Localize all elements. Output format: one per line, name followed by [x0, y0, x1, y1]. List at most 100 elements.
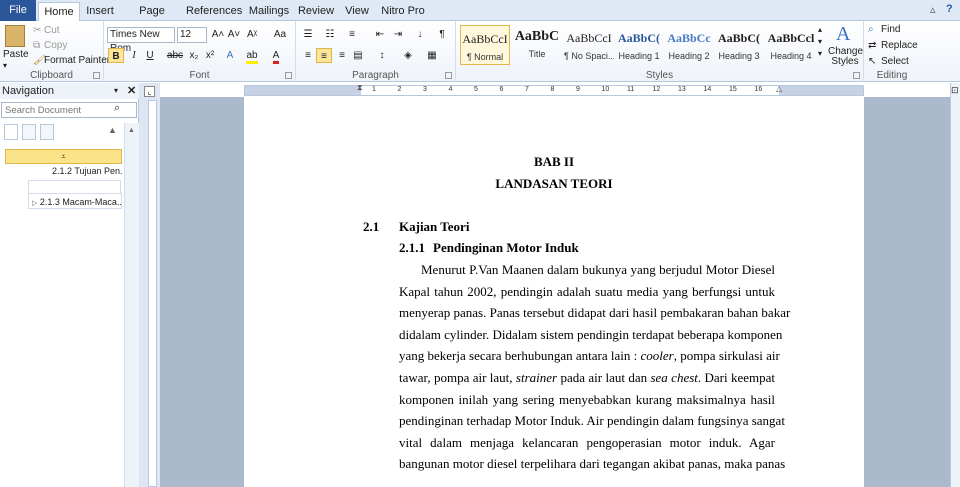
- bullets-icon[interactable]: ☰: [300, 27, 316, 42]
- right-indent-icon[interactable]: △: [776, 84, 782, 93]
- horizontal-ruler[interactable]: ⧗ △ 1 2 3 4 5 6 7 8 9 10 11 12 13 14 15 16: [160, 83, 950, 97]
- style-normal[interactable]: AaBbCcI ¶ Normal: [460, 25, 510, 65]
- nav-item-tujuan[interactable]: 2.1.2 Tujuan Pen...: [52, 163, 122, 179]
- paste-icon[interactable]: [5, 25, 25, 47]
- superscript-button[interactable]: x²: [202, 48, 218, 63]
- pages-view-tab[interactable]: [22, 124, 36, 140]
- change-styles-icon[interactable]: A: [836, 23, 850, 46]
- view-ruler-icon[interactable]: ⊡: [951, 85, 959, 96]
- find-button[interactable]: Find: [881, 24, 900, 35]
- results-view-tab[interactable]: [40, 124, 54, 140]
- styles-launcher-icon[interactable]: [853, 72, 860, 79]
- ruler-number: 14: [703, 86, 712, 93]
- subscript-button[interactable]: x₂: [186, 48, 202, 63]
- tab-nitro-pro[interactable]: Nitro Pro: [378, 2, 428, 21]
- style-heading-2[interactable]: AaBbCc Heading 2: [664, 25, 714, 65]
- styles-scroll-up-icon[interactable]: ▴: [818, 25, 822, 34]
- shrink-font-icon[interactable]: A˅: [226, 27, 242, 42]
- headings-view-tab[interactable]: [4, 124, 18, 140]
- paste-dropdown-icon[interactable]: ▾: [3, 61, 7, 70]
- style-name: Title: [528, 49, 546, 59]
- numbering-icon[interactable]: ☷: [322, 27, 338, 42]
- tab-selector-icon[interactable]: ⌞: [144, 86, 155, 97]
- multilevel-list-icon[interactable]: ≡: [344, 27, 360, 42]
- paste-button[interactable]: Paste: [3, 49, 29, 60]
- search-icon[interactable]: ⌕: [114, 102, 120, 115]
- line-spacing-icon[interactable]: ↕: [374, 48, 390, 63]
- style-no-spacing[interactable]: AaBbCcI ¶ No Spaci...: [564, 25, 614, 65]
- tab-page-layout[interactable]: Page Layout: [122, 2, 182, 36]
- tab-home[interactable]: Home: [38, 2, 80, 22]
- cut-button[interactable]: Cut: [44, 25, 60, 36]
- borders-icon[interactable]: ▦: [424, 48, 440, 63]
- font-size-select[interactable]: 12: [177, 27, 207, 43]
- bold-button[interactable]: B: [108, 48, 124, 63]
- font-launcher-icon[interactable]: [285, 72, 292, 79]
- nav-item-macam[interactable]: ▷ 2.1.3 Macam-Maca...: [28, 193, 122, 209]
- format-painter-button[interactable]: Format Painter: [44, 55, 110, 66]
- tab-view[interactable]: View: [340, 2, 374, 21]
- italic-button[interactable]: I: [126, 48, 142, 63]
- align-left-icon[interactable]: ≡: [300, 48, 316, 63]
- select-button[interactable]: Select: [881, 56, 909, 67]
- strikethrough-button[interactable]: abc: [166, 48, 184, 63]
- vertical-ruler[interactable]: [148, 100, 157, 487]
- text-effects-icon[interactable]: A: [222, 48, 238, 63]
- ruler-number: 1: [372, 86, 376, 93]
- justify-icon[interactable]: ▤: [350, 48, 366, 63]
- show-marks-icon[interactable]: ¶: [434, 27, 450, 42]
- align-center-icon[interactable]: ≡: [316, 48, 332, 63]
- align-right-icon[interactable]: ≡: [334, 48, 350, 63]
- ruler-number: 10: [601, 86, 610, 93]
- shading-icon[interactable]: ◈: [400, 48, 416, 63]
- font-name-select[interactable]: Times New Rom: [107, 27, 175, 54]
- font-color-icon[interactable]: A: [268, 48, 284, 64]
- replace-button[interactable]: Replace: [881, 40, 918, 51]
- sort-icon[interactable]: ↓: [412, 27, 428, 42]
- document-page[interactable]: BAB II LANDASAN TEORI 2.1 Kajian Teori 2…: [244, 97, 864, 487]
- navigation-pane-header: Navigation ▾ ✕: [0, 83, 139, 99]
- style-heading-1[interactable]: AaBbC( Heading 1: [614, 25, 664, 65]
- tab-insert[interactable]: Insert: [82, 2, 118, 21]
- style-heading-3[interactable]: AaBbC( Heading 3: [714, 25, 764, 65]
- tab-file[interactable]: File: [0, 0, 36, 21]
- underline-button[interactable]: U: [142, 48, 158, 63]
- nav-prev-icon[interactable]: ▲: [108, 125, 117, 135]
- change-case-icon[interactable]: Aa: [272, 27, 288, 42]
- paragraph-launcher-icon[interactable]: [445, 72, 452, 79]
- ruler-number: 5: [474, 86, 478, 93]
- tab-review[interactable]: Review: [296, 2, 336, 21]
- ruler-number: 7: [525, 86, 529, 93]
- expand-icon[interactable]: ▷: [32, 200, 37, 207]
- text-line: tawar, pompa air laut, strainer pada air…: [399, 367, 775, 389]
- indent-marker-icon[interactable]: ⧗: [357, 83, 363, 93]
- style-sample: AaBbCcl: [767, 31, 815, 45]
- clipboard-launcher-icon[interactable]: [93, 72, 100, 79]
- nav-options-icon[interactable]: ▾: [114, 83, 118, 99]
- style-heading-4[interactable]: AaBbCcl Heading 4: [766, 25, 816, 65]
- ruler-bar[interactable]: ⧗ △ 1 2 3 4 5 6 7 8 9 10 11 12 13 14 15 16: [244, 83, 864, 96]
- styles-more-icon[interactable]: ▾: [818, 49, 822, 58]
- styles-scroll-down-icon[interactable]: ▾: [818, 37, 822, 46]
- tab-mailings[interactable]: Mailings: [246, 2, 292, 21]
- nav-selected-heading[interactable]: ⩡: [5, 149, 122, 164]
- document-scrollbar[interactable]: ⊡: [950, 83, 960, 487]
- nav-scrollbar[interactable]: ▲: [124, 123, 139, 487]
- nav-close-icon[interactable]: ✕: [127, 83, 136, 99]
- clear-format-icon[interactable]: Aᵡ: [244, 27, 260, 42]
- help-icon[interactable]: ?: [946, 3, 953, 15]
- change-styles-button[interactable]: Change Styles: [828, 47, 863, 67]
- increase-indent-icon[interactable]: ⇥: [390, 27, 406, 42]
- scroll-up-icon[interactable]: ▲: [128, 127, 135, 134]
- grow-font-icon[interactable]: A˄: [210, 27, 226, 42]
- navigation-pane: Navigation ▾ ✕ ⌕ ▲ ▼ ⩡ 2.1.2 Tujuan Pen.…: [0, 83, 139, 487]
- style-title[interactable]: AaBbC Title: [512, 25, 562, 65]
- nav-item-macam-label: 2.1.3 Macam-Maca...: [39, 197, 122, 207]
- copy-button[interactable]: Copy: [44, 40, 67, 51]
- tab-references[interactable]: References: [186, 2, 242, 21]
- nav-item-empty[interactable]: [28, 180, 121, 194]
- decrease-indent-icon[interactable]: ⇤: [372, 27, 388, 42]
- highlight-icon[interactable]: ab: [244, 48, 260, 64]
- minimize-ribbon-icon[interactable]: ▵: [930, 3, 936, 16]
- paragraph-group-label: Paragraph: [352, 70, 399, 81]
